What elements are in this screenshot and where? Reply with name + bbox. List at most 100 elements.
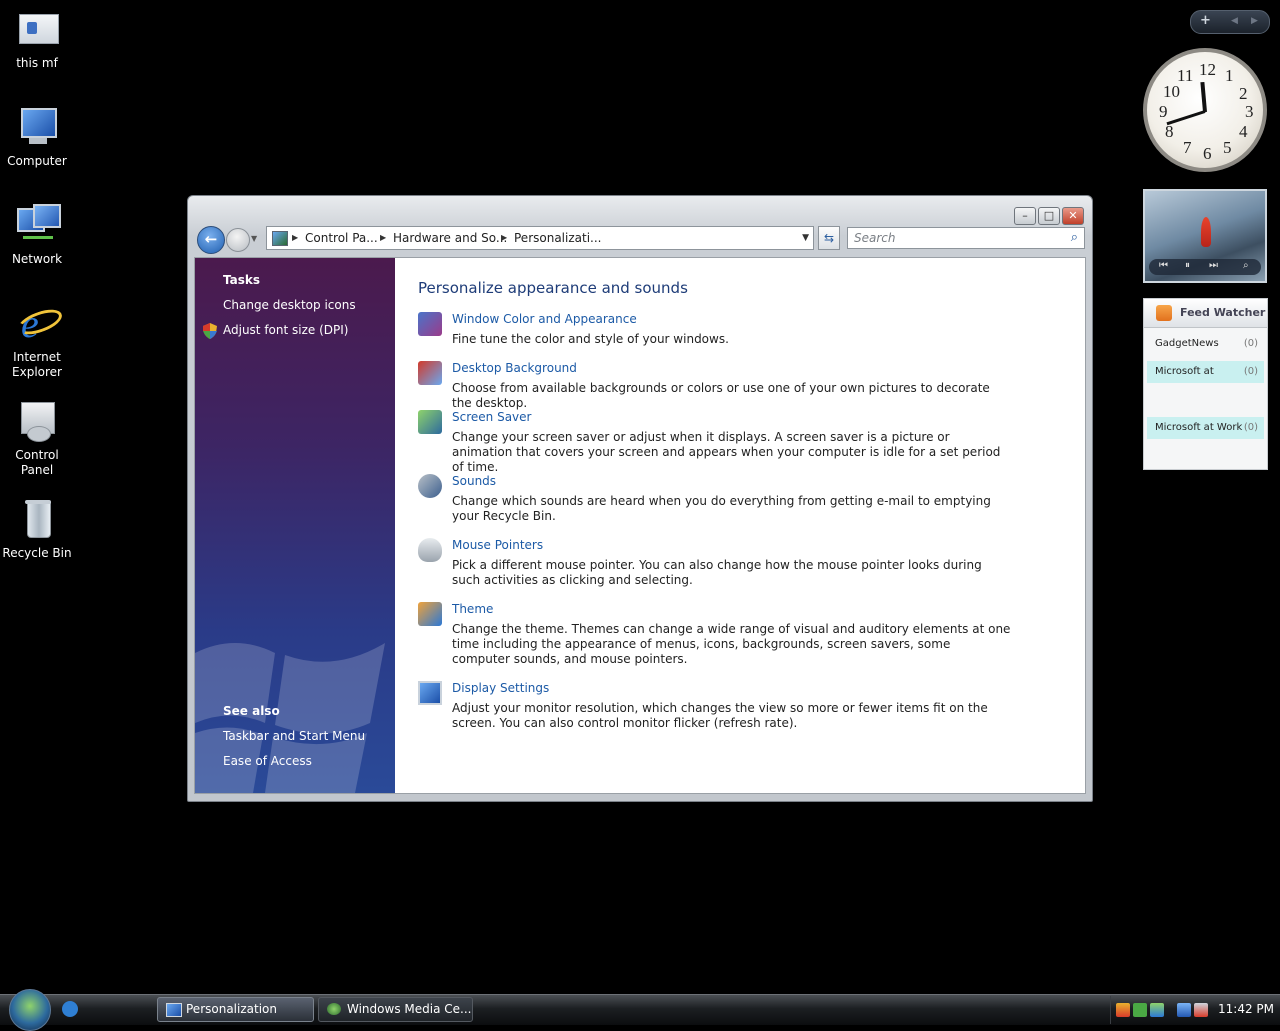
checkmark-tray-icon[interactable] [1133, 1003, 1147, 1017]
security-shield-tray-icon[interactable] [1116, 1003, 1130, 1017]
internet-explorer-quick-launch-icon[interactable] [62, 1001, 78, 1017]
previous-gadgets-button[interactable]: ◀ [1231, 16, 1238, 26]
clock-number: 1 [1225, 66, 1234, 85]
breadcrumb-hardware-and-sound[interactable]: Hardware and So... [393, 227, 507, 249]
clock-number: 4 [1239, 122, 1248, 141]
theme-link[interactable]: Theme [452, 602, 493, 616]
clock-number: 5 [1223, 138, 1232, 157]
taskbar-button-label: Windows Media Ce... [347, 1002, 472, 1016]
feed-watcher-header: Feed Watcher [1144, 299, 1267, 328]
clock-minute-hand [1166, 110, 1206, 126]
window-color-link[interactable]: Window Color and Appearance [452, 312, 637, 326]
slideshow-previous-button[interactable]: ⏮ [1159, 260, 1168, 271]
control-panel-icon [272, 231, 288, 246]
maximize-button[interactable]: □ [1038, 207, 1060, 225]
sounds-link[interactable]: Sounds [452, 474, 496, 488]
address-dropdown-button[interactable]: ▼ [802, 227, 809, 249]
taskbar-button-windows-media-center[interactable]: Windows Media Ce... [318, 997, 473, 1022]
desktop-icon-recycle-bin[interactable]: Recycle Bin [0, 498, 74, 561]
window-controls: – □ ✕ [1012, 204, 1084, 225]
desktop-icon-control-panel[interactable]: Control Panel [0, 400, 74, 478]
windows-media-center-icon [327, 1003, 341, 1015]
ease-of-access-link[interactable]: Ease of Access [223, 754, 312, 768]
network-icon [15, 204, 61, 248]
internet-explorer-icon: e [14, 302, 66, 346]
feed-item-name: Microsoft at Work [1155, 422, 1243, 433]
refresh-button[interactable]: ⇆ [818, 226, 840, 250]
display-settings-link[interactable]: Display Settings [452, 681, 549, 695]
search-icon[interactable]: ⌕ [1071, 228, 1078, 248]
chevron-down-icon: ▼ [251, 234, 258, 243]
clock-number: 2 [1239, 84, 1248, 103]
mouse-pointers-description: Pick a different mouse pointer. You can … [452, 558, 982, 587]
breadcrumb-control-panel[interactable]: Control Pa... [305, 227, 378, 249]
clock-number: 9 [1159, 102, 1168, 121]
slideshow-view-button[interactable]: ⌕ [1243, 260, 1249, 271]
desktop-icon-computer[interactable]: Computer [0, 106, 74, 169]
change-desktop-icons-link[interactable]: Change desktop icons [223, 298, 356, 312]
clock-hour-hand [1200, 81, 1207, 113]
clock-number: 7 [1183, 138, 1192, 157]
desktop-background-description: Choose from available backgrounds or col… [452, 381, 990, 410]
adjust-font-size-link[interactable]: Adjust font size (DPI) [223, 323, 348, 337]
feed-item-name: Microsoft at [1155, 366, 1214, 377]
personalization-icon [166, 1003, 182, 1017]
window-color-icon [418, 312, 442, 336]
page-title: Personalize appearance and sounds [418, 279, 688, 297]
feed-item-name: GadgetNews [1155, 338, 1219, 349]
mouse-pointers-link[interactable]: Mouse Pointers [452, 538, 543, 552]
screen-saver-icon [418, 410, 442, 434]
slideshow-next-button[interactable]: ⏭ [1209, 260, 1218, 271]
forward-button[interactable] [226, 228, 250, 252]
back-button[interactable]: ← [197, 226, 225, 254]
sidebar-tray-icon[interactable] [1150, 1003, 1164, 1017]
network-tray-icon[interactable] [1177, 1003, 1191, 1017]
taskbar-button-personalization[interactable]: Personalization [157, 997, 314, 1022]
tasks-pane: Tasks Change desktop icons Adjust font s… [195, 258, 395, 793]
add-gadget-button[interactable]: + [1200, 13, 1211, 28]
breadcrumb-separator[interactable]: ▶ [380, 227, 386, 249]
refresh-icon: ⇆ [823, 231, 835, 245]
taskbar: Personalization Windows Media Ce... 11:4… [0, 989, 1280, 1031]
desktop-icon-internet-explorer[interactable]: e Internet Explorer [0, 302, 74, 380]
see-also-header: See also [223, 704, 280, 718]
clock-gadget[interactable]: 12 1 2 3 4 5 6 7 8 9 10 11 [1143, 48, 1267, 172]
feed-item-count: (0) [1243, 422, 1258, 433]
taskbar-and-start-menu-link[interactable]: Taskbar and Start Menu [223, 729, 365, 743]
close-button[interactable]: ✕ [1062, 207, 1084, 225]
breadcrumb-personalization[interactable]: Personalizati... [514, 227, 601, 249]
search-placeholder: Search [854, 231, 896, 245]
desktop-icon-label: this mf [16, 56, 58, 70]
clock-number: 6 [1203, 144, 1212, 163]
slideshow-controls: ⏮ ⏸ ⏭ ⌕ [1149, 259, 1261, 275]
start-button[interactable] [9, 989, 51, 1031]
search-box[interactable]: Search ⌕ [847, 227, 1085, 249]
taskbar-clock[interactable]: 11:42 PM [1218, 1002, 1274, 1016]
volume-muted-tray-icon[interactable] [1194, 1003, 1208, 1017]
sounds-icon [418, 474, 442, 498]
screen-saver-description: Change your screen saver or adjust when … [452, 430, 1001, 474]
feed-item[interactable]: Microsoft at (0) [1147, 361, 1264, 383]
feed-watcher-gadget[interactable]: Feed Watcher GadgetNews (0) Microsoft at… [1143, 298, 1268, 470]
clock-number: 3 [1245, 102, 1254, 121]
flower-image [1201, 217, 1211, 247]
slideshow-pause-button[interactable]: ⏸ [1185, 260, 1190, 271]
desktop-icon-this-mf[interactable]: this mf [0, 8, 74, 71]
minimize-button[interactable]: – [1014, 207, 1036, 225]
address-bar[interactable]: ▶ Control Pa... ▶ Hardware and So... ▶ P… [266, 226, 814, 250]
recent-pages-dropdown[interactable]: ▼ [251, 234, 257, 243]
next-gadgets-button[interactable]: ▶ [1251, 16, 1258, 26]
desktop-icon-network[interactable]: Network [0, 204, 74, 267]
desktop-background-icon [418, 361, 442, 385]
breadcrumb-separator[interactable]: ▶ [292, 227, 298, 249]
breadcrumb-separator[interactable]: ▶ [501, 227, 507, 249]
desktop-background-link[interactable]: Desktop Background [452, 361, 577, 375]
control-panel-icon [15, 400, 59, 444]
window-content: Tasks Change desktop icons Adjust font s… [194, 257, 1086, 794]
feed-item[interactable]: Microsoft at Work (0) [1147, 417, 1264, 439]
feed-item[interactable]: GadgetNews (0) [1147, 333, 1264, 355]
screen-saver-link[interactable]: Screen Saver [452, 410, 531, 424]
recycle-bin-icon [15, 498, 59, 542]
clock-number: 11 [1177, 66, 1194, 85]
slideshow-gadget[interactable]: ⏮ ⏸ ⏭ ⌕ [1143, 189, 1267, 283]
